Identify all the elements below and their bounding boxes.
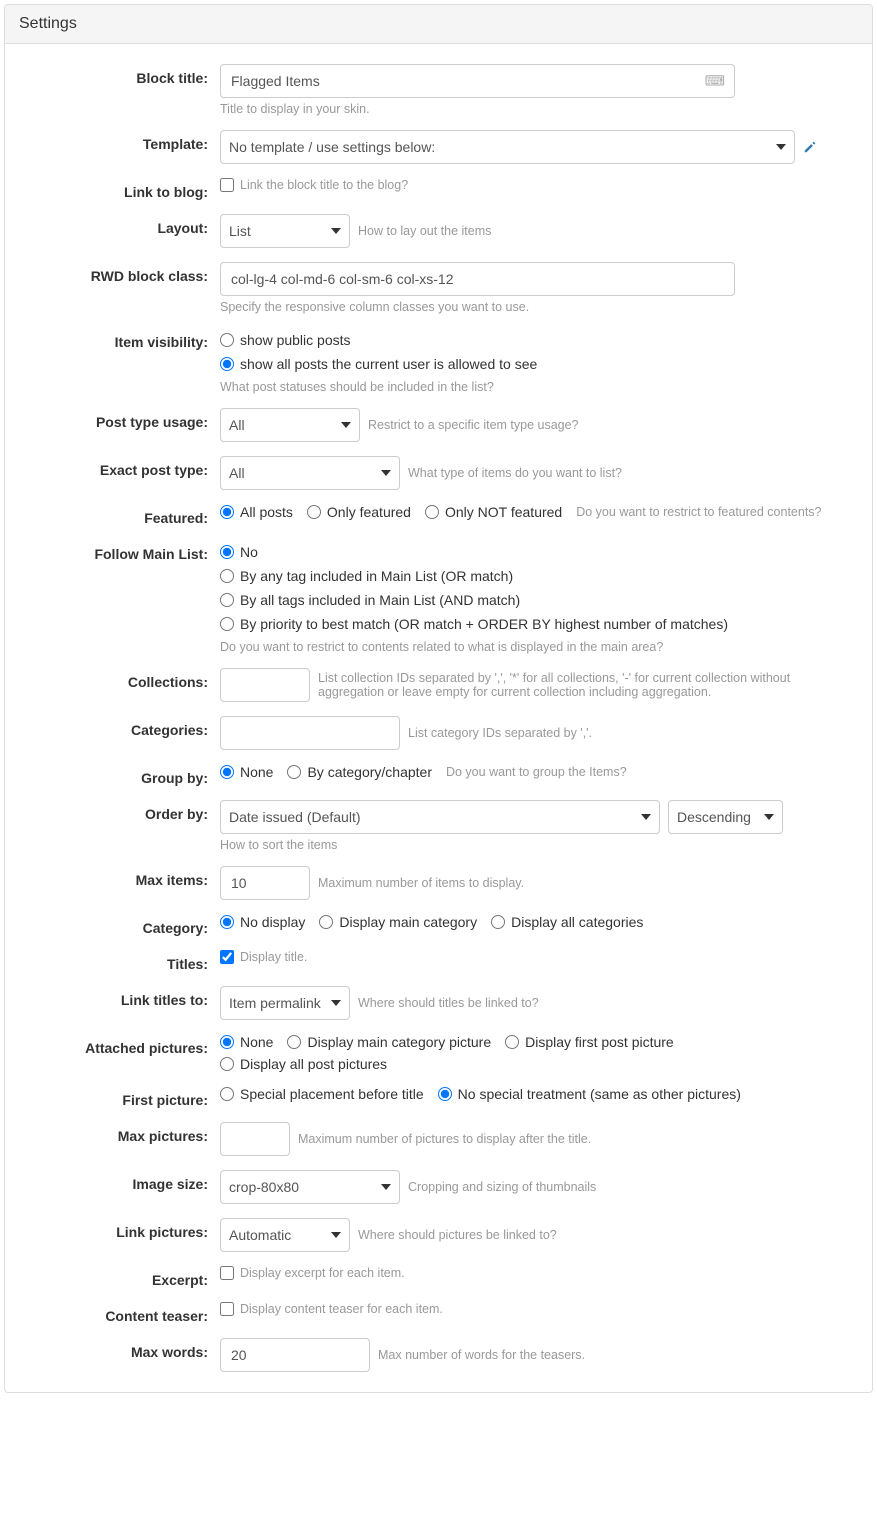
- orderby-help: How to sort the items: [220, 838, 852, 852]
- linktitles-help: Where should titles be linked to?: [358, 996, 539, 1010]
- ptu-help: Restrict to a specific item type usage?: [368, 418, 579, 432]
- imgsize-label: Image size:: [25, 1170, 220, 1192]
- featured-opt2[interactable]: [307, 505, 321, 519]
- maxwords-label: Max words:: [25, 1338, 220, 1360]
- template-select[interactable]: No template / use settings below:: [220, 130, 795, 164]
- maxpics-help: Maximum number of pictures to display af…: [298, 1132, 591, 1146]
- categories-label: Categories:: [25, 716, 220, 738]
- follow-opt1[interactable]: [220, 545, 234, 559]
- teaser-checkbox[interactable]: [220, 1302, 234, 1316]
- groupby-opt1[interactable]: [220, 765, 234, 779]
- visibility-opt2[interactable]: [220, 357, 234, 371]
- groupby-help: Do you want to group the Items?: [446, 765, 627, 779]
- orderby-select[interactable]: Date issued (Default): [220, 800, 660, 834]
- firstpic-opt1[interactable]: [220, 1087, 234, 1101]
- block-title-input[interactable]: [220, 64, 735, 98]
- ptu-label: Post type usage:: [25, 408, 220, 430]
- ptu-select[interactable]: All: [220, 408, 360, 442]
- category-opt1[interactable]: [220, 915, 234, 929]
- link-blog-checkbox[interactable]: [220, 178, 234, 192]
- maxwords-input[interactable]: [220, 1338, 370, 1372]
- maxwords-help: Max number of words for the teasers.: [378, 1348, 585, 1362]
- settings-panel: Settings Block title: ⌨ Title to display…: [4, 4, 873, 1393]
- category-label: Category:: [25, 914, 220, 936]
- attached-opt3[interactable]: [505, 1035, 519, 1049]
- excerpt-checkbox[interactable]: [220, 1266, 234, 1280]
- linkpics-select[interactable]: Automatic: [220, 1218, 350, 1252]
- imgsize-select[interactable]: crop-80x80: [220, 1170, 400, 1204]
- attached-opt4[interactable]: [220, 1057, 234, 1071]
- titles-label: Titles:: [25, 950, 220, 972]
- follow-opt2[interactable]: [220, 569, 234, 583]
- layout-help: How to lay out the items: [358, 224, 491, 238]
- categories-help: List category IDs separated by ','.: [408, 726, 592, 740]
- rwd-input[interactable]: [220, 262, 735, 296]
- featured-help: Do you want to restrict to featured cont…: [576, 505, 821, 519]
- excerpt-label: Excerpt:: [25, 1266, 220, 1288]
- ept-label: Exact post type:: [25, 456, 220, 478]
- visibility-help: What post statuses should be included in…: [220, 380, 852, 394]
- panel-title: Settings: [5, 5, 872, 44]
- collections-label: Collections:: [25, 668, 220, 690]
- teaser-label: Content teaser:: [25, 1302, 220, 1324]
- template-label: Template:: [25, 130, 220, 152]
- category-opt3[interactable]: [491, 915, 505, 929]
- visibility-label: Item visibility:: [25, 328, 220, 350]
- maxitems-label: Max items:: [25, 866, 220, 888]
- panel-body: Block title: ⌨ Title to display in your …: [5, 44, 872, 1392]
- attached-label: Attached pictures:: [25, 1034, 220, 1056]
- follow-opt3[interactable]: [220, 593, 234, 607]
- link-blog-label: Link to blog:: [25, 178, 220, 200]
- maxpics-label: Max pictures:: [25, 1122, 220, 1144]
- titles-checkbox[interactable]: [220, 950, 234, 964]
- follow-opt4[interactable]: [220, 617, 234, 631]
- orderby-label: Order by:: [25, 800, 220, 822]
- link-blog-cblabel: Link the block title to the blog?: [240, 178, 408, 192]
- firstpic-opt2[interactable]: [438, 1087, 452, 1101]
- featured-label: Featured:: [25, 504, 220, 526]
- linkpics-label: Link pictures:: [25, 1218, 220, 1240]
- layout-label: Layout:: [25, 214, 220, 236]
- featured-opt1[interactable]: [220, 505, 234, 519]
- titles-cblabel: Display title.: [240, 950, 307, 964]
- rwd-label: RWD block class:: [25, 262, 220, 284]
- ept-help: What type of items do you want to list?: [408, 466, 622, 480]
- collections-help: List collection IDs separated by ',', '*…: [318, 671, 852, 699]
- maxpics-input[interactable]: [220, 1122, 290, 1156]
- layout-select[interactable]: List: [220, 214, 350, 248]
- linktitles-label: Link titles to:: [25, 986, 220, 1008]
- attached-opt2[interactable]: [287, 1035, 301, 1049]
- ept-select[interactable]: All: [220, 456, 400, 490]
- edit-icon[interactable]: [803, 140, 817, 154]
- groupby-label: Group by:: [25, 764, 220, 786]
- featured-opt3[interactable]: [425, 505, 439, 519]
- groupby-opt2[interactable]: [287, 765, 301, 779]
- maxitems-help: Maximum number of items to display.: [318, 876, 524, 890]
- follow-help: Do you want to restrict to contents rela…: [220, 640, 852, 654]
- imgsize-help: Cropping and sizing of thumbnails: [408, 1180, 596, 1194]
- block-title-help: Title to display in your skin.: [220, 102, 852, 116]
- categories-input[interactable]: [220, 716, 400, 750]
- excerpt-cblabel: Display excerpt for each item.: [240, 1266, 405, 1280]
- category-opt2[interactable]: [319, 915, 333, 929]
- teaser-cblabel: Display content teaser for each item.: [240, 1302, 443, 1316]
- orderby-dir-select[interactable]: Descending: [668, 800, 783, 834]
- follow-label: Follow Main List:: [25, 540, 220, 562]
- attached-opt1[interactable]: [220, 1035, 234, 1049]
- firstpic-label: First picture:: [25, 1086, 220, 1108]
- visibility-opt1[interactable]: [220, 333, 234, 347]
- collections-input[interactable]: [220, 668, 310, 702]
- block-title-label: Block title:: [25, 64, 220, 86]
- rwd-help: Specify the responsive column classes yo…: [220, 300, 852, 314]
- linktitles-select[interactable]: Item permalink: [220, 986, 350, 1020]
- linkpics-help: Where should pictures be linked to?: [358, 1228, 557, 1242]
- maxitems-input[interactable]: [220, 866, 310, 900]
